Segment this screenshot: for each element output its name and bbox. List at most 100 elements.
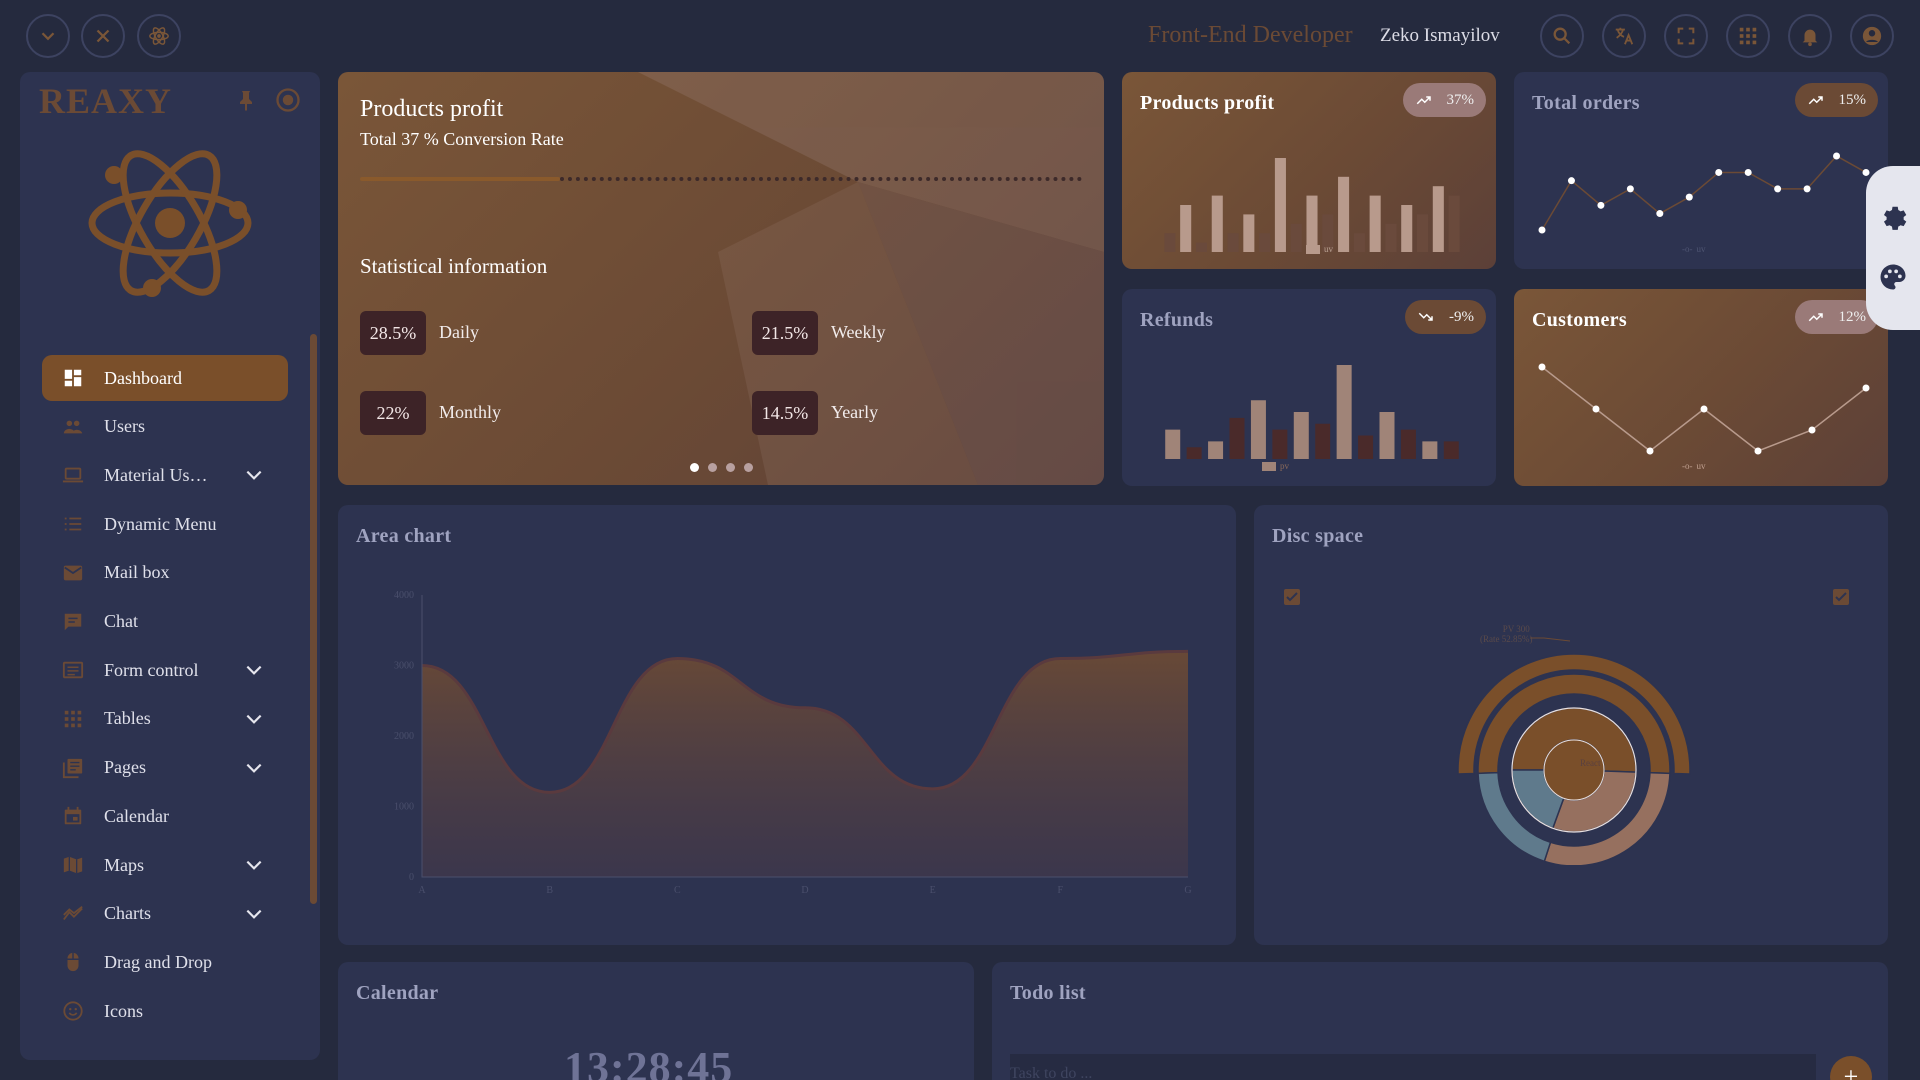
sidebar-item-calendar[interactable]: Calendar <box>42 793 288 839</box>
x-tick-label: E <box>930 885 936 896</box>
disc-space-checkbox-left[interactable] <box>1284 589 1300 605</box>
sidebar-item-form[interactable]: Form control <box>42 647 288 693</box>
y-tick-label: 2000 <box>394 731 414 742</box>
pin-icon[interactable] <box>234 88 258 112</box>
sidebar-item-label: Tables <box>104 708 151 729</box>
stat-daily-value: 28.5% <box>360 311 426 355</box>
stat-yearly-label: Yearly <box>831 402 879 422</box>
todo-input[interactable] <box>1010 1054 1816 1080</box>
sidebar-item-label: Calendar <box>104 805 169 826</box>
stat-monthly-value: 22% <box>360 391 426 435</box>
translate-icon <box>1615 27 1634 45</box>
chart-icon <box>62 903 84 925</box>
add-task-button[interactable]: + <box>1830 1056 1872 1080</box>
data-point <box>1808 426 1816 434</box>
sidebar-item-label: Form control <box>104 659 199 680</box>
bar <box>1186 447 1202 459</box>
carousel-dot[interactable] <box>726 463 735 472</box>
sidebar-item-smiley[interactable]: Icons <box>42 988 288 1034</box>
disc-space-checkbox-right[interactable] <box>1833 589 1849 605</box>
sidebar-item-users[interactable]: Users <box>42 404 288 450</box>
close-icon <box>96 29 110 43</box>
conversion-progress-track <box>560 177 1082 181</box>
sidebar-item-label: Charts <box>104 903 151 924</box>
gear-icon[interactable] <box>1878 202 1908 232</box>
apps-grid-icon <box>1739 27 1757 45</box>
stat-weekly-label: Weekly <box>831 322 886 342</box>
area-chart-title: Area chart <box>356 525 452 547</box>
search-button[interactable] <box>1540 14 1584 58</box>
radio-target-icon[interactable] <box>274 86 302 114</box>
total-orders-badge-value: 15% <box>1838 91 1867 108</box>
pages-icon <box>62 757 84 779</box>
bar <box>1379 412 1395 459</box>
products-profit-badge: 37% <box>1402 83 1486 117</box>
sidebar-item-mouse[interactable]: Drag and Drop <box>42 939 288 985</box>
sidebar-item-mail[interactable]: Mail box <box>42 550 288 596</box>
chevron-down-icon[interactable] <box>244 660 264 680</box>
area-chart-card: Area chart 0 1000 2000 3000 4000 A B C D E F G <box>338 505 1236 945</box>
products-profit-title: Products profit <box>1140 92 1275 114</box>
bar <box>1274 158 1286 252</box>
data-point <box>1803 185 1811 193</box>
chevron-down-icon[interactable] <box>244 904 264 924</box>
sidebar-item-map[interactable]: Maps <box>42 842 288 888</box>
disc-center <box>1543 739 1605 801</box>
close-button[interactable] <box>81 14 125 58</box>
bar <box>1229 417 1245 459</box>
conversion-progress-fill <box>360 177 561 181</box>
data-point <box>1754 447 1762 455</box>
disc-space-tooltip-line1: PV 300 <box>1502 624 1530 634</box>
sidebar-item-list[interactable]: Dynamic Menu <box>42 501 288 547</box>
sidebar-item-grid[interactable]: Tables <box>42 696 288 742</box>
smiley-icon <box>62 1000 84 1022</box>
data-point <box>1626 185 1634 193</box>
products-profit-legend: uv <box>1306 244 1333 254</box>
hero-card: Products profit Total 37 % Conversion Ra… <box>338 72 1104 485</box>
bar <box>1208 441 1224 459</box>
fullscreen-button[interactable] <box>1664 14 1708 58</box>
area-fill <box>422 651 1188 877</box>
sidebar-item-label: Icons <box>104 1000 143 1021</box>
sidebar-item-label: Chat <box>104 611 138 631</box>
sidebar-item-pages[interactable]: Pages <box>42 745 288 791</box>
chevron-down-icon[interactable] <box>244 709 264 729</box>
palette-icon[interactable] <box>1878 262 1908 292</box>
bar <box>1259 233 1271 252</box>
bar <box>1400 429 1416 459</box>
sidebar-item-chart[interactable]: Charts <box>42 891 288 937</box>
sidebar-item-label: Drag and Drop <box>104 951 212 972</box>
products-profit-card: Products profit 37% uv <box>1122 72 1496 269</box>
chevron-down-icon[interactable] <box>244 758 264 778</box>
bar <box>1338 176 1350 252</box>
sidebar-item-dashboard[interactable]: Dashboard <box>42 355 288 401</box>
sidebar-item-laptop[interactable]: Material Us… <box>42 452 288 498</box>
refunds-badge-value: -9% <box>1449 308 1474 325</box>
react-button[interactable] <box>137 14 181 58</box>
stat-yearly-value: 14.5% <box>752 391 818 435</box>
translate-button[interactable] <box>1602 14 1646 58</box>
x-tick-label: G <box>1184 885 1191 896</box>
customers-title: Customers <box>1532 309 1627 331</box>
collapse-button[interactable] <box>26 14 70 58</box>
account-button[interactable] <box>1850 14 1894 58</box>
sidebar-item-chat[interactable]: Chat <box>42 599 288 645</box>
y-tick-label: 0 <box>409 872 414 883</box>
chevron-down-icon[interactable] <box>244 855 264 875</box>
data-point <box>1656 210 1664 218</box>
sidebar-item-label: Dashboard <box>104 367 182 388</box>
carousel-dot[interactable] <box>690 463 699 472</box>
bar <box>1369 195 1381 252</box>
chevron-down-icon[interactable] <box>244 465 264 485</box>
carousel-dot[interactable] <box>744 463 753 472</box>
customers-card: Customers 12% -o-uv <box>1514 289 1888 486</box>
sidebar-scrollbar[interactable] <box>310 334 317 904</box>
user-name: Zeko Ismayilov <box>1380 25 1500 46</box>
apps-button[interactable] <box>1726 14 1770 58</box>
data-point <box>1685 193 1693 201</box>
chat-icon <box>62 611 84 633</box>
y-tick-label: 1000 <box>394 802 414 813</box>
calendar-card: Calendar 13:28:45 <box>338 962 974 1080</box>
notifications-button[interactable] <box>1788 14 1832 58</box>
carousel-dot[interactable] <box>708 463 717 472</box>
